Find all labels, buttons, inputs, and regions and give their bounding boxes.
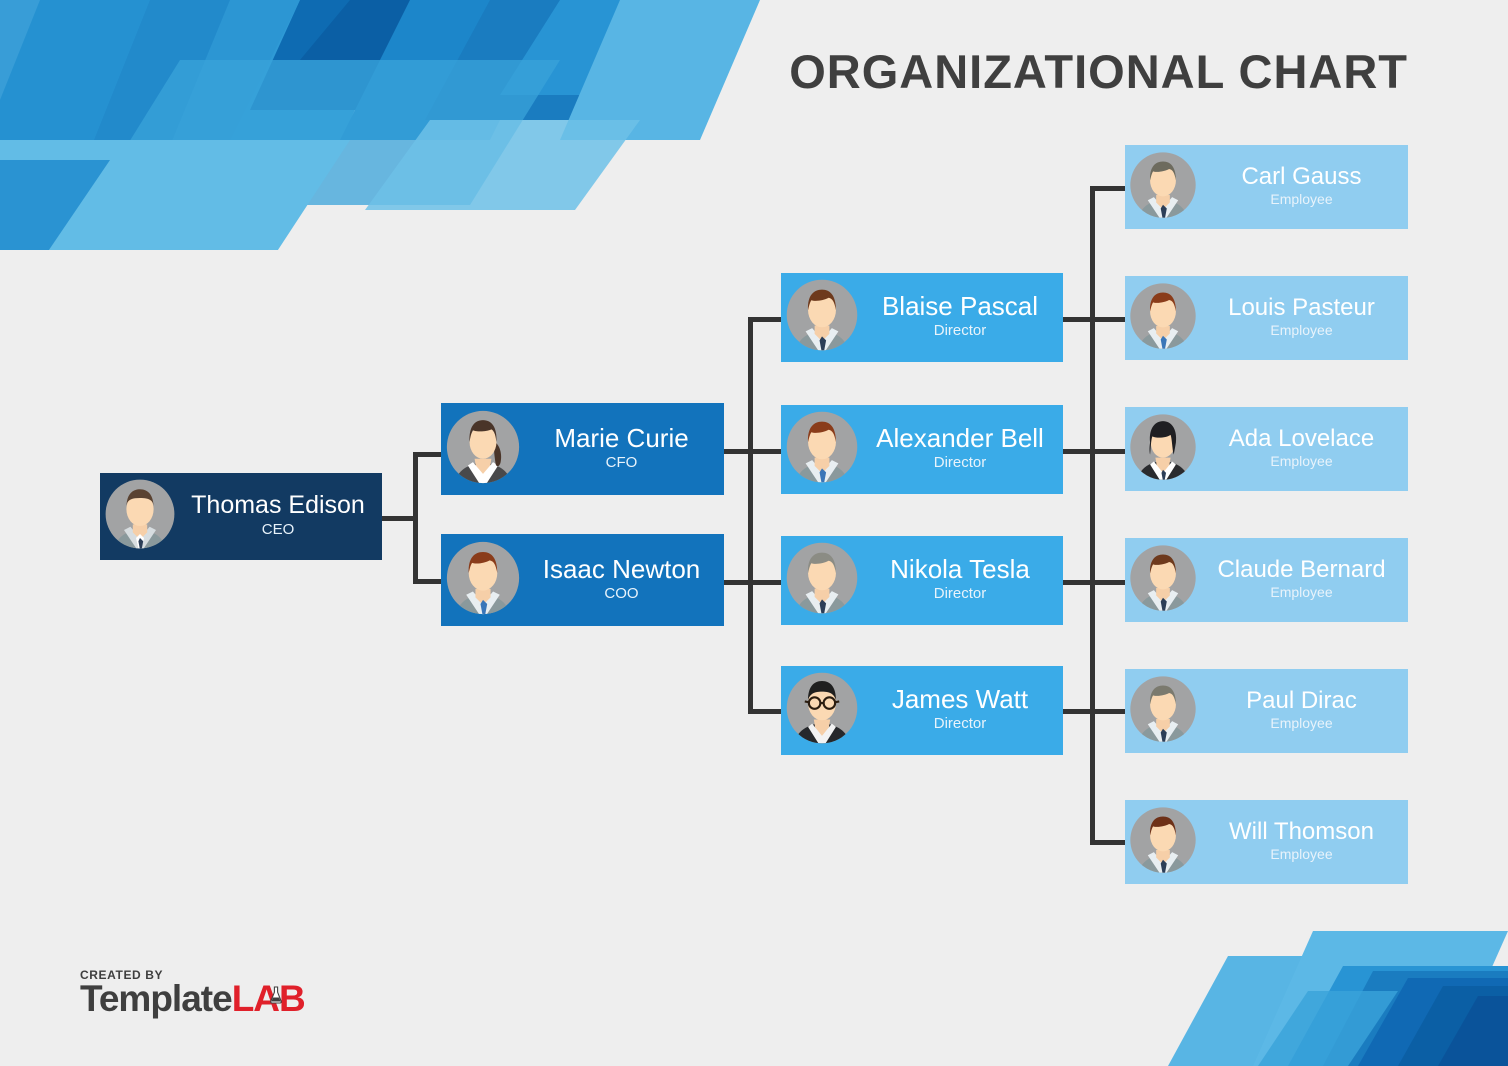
connector-trunk-to-pascal bbox=[748, 317, 783, 322]
avatar-female-ponytail bbox=[441, 405, 525, 494]
node-text: Thomas Edison CEO bbox=[180, 490, 382, 542]
flask-icon bbox=[269, 986, 282, 1004]
node-name: Will Thomson bbox=[1229, 817, 1374, 845]
avatar-male-auburn-hair bbox=[1125, 278, 1201, 359]
avatar-male-gray-hair bbox=[1125, 671, 1201, 752]
node-name: Isaac Newton bbox=[542, 553, 701, 584]
connector-trunk-to-watt bbox=[748, 709, 783, 714]
avatar-male-auburn-hair bbox=[1125, 540, 1201, 621]
org-node-james-watt[interactable]: James Watt Director bbox=[781, 666, 1063, 755]
avatar-female-bob bbox=[1125, 409, 1201, 490]
node-role: Director bbox=[933, 585, 987, 603]
node-name: Blaise Pascal bbox=[881, 291, 1039, 322]
node-name: Marie Curie bbox=[554, 422, 689, 453]
wordmark: Template LAB bbox=[80, 978, 306, 1019]
node-role: Employee bbox=[1270, 846, 1333, 863]
node-role: CEO bbox=[261, 520, 295, 538]
node-role: Employee bbox=[1270, 715, 1333, 732]
node-text: Alexander Bell Director bbox=[863, 424, 1063, 475]
connector-employee-trunk bbox=[1090, 186, 1095, 845]
node-name: Paul Dirac bbox=[1246, 686, 1357, 714]
org-chart-canvas: ORGANIZATIONAL CHART Thomas Edison CEO M… bbox=[0, 0, 1508, 1066]
node-text: James Watt Director bbox=[863, 685, 1063, 736]
org-node-louis-pasteur[interactable]: Louis Pasteur Employee bbox=[1125, 276, 1408, 360]
decorative-shapes-bottom-right bbox=[1108, 896, 1508, 1066]
node-name: Alexander Bell bbox=[876, 423, 1044, 454]
connector-director-trunk bbox=[748, 317, 753, 712]
node-role: Employee bbox=[1270, 453, 1333, 470]
decorative-shapes-top-left bbox=[0, 0, 760, 250]
node-name: James Watt bbox=[891, 684, 1029, 715]
connector-trunk-to-bell bbox=[748, 449, 783, 454]
connector-ceo-trunk bbox=[413, 452, 418, 584]
avatar-male-gray-hair bbox=[781, 537, 863, 624]
avatar-male-auburn-hair bbox=[1125, 802, 1201, 883]
org-node-will-thomson[interactable]: Will Thomson Employee bbox=[1125, 800, 1408, 884]
templatelab-logo: CREATED BY Template LAB bbox=[80, 968, 306, 1019]
node-role: COO bbox=[604, 584, 639, 602]
node-role: Director bbox=[933, 322, 987, 340]
node-text: Paul Dirac Employee bbox=[1201, 686, 1408, 735]
node-name: Nikola Tesla bbox=[890, 554, 1030, 585]
node-text: Will Thomson Employee bbox=[1201, 817, 1408, 866]
connector-trunk-to-tesla bbox=[748, 580, 783, 585]
node-role: Employee bbox=[1270, 191, 1333, 208]
avatar-male-auburn-hair bbox=[781, 406, 863, 493]
org-node-isaac-newton[interactable]: Isaac Newton COO bbox=[441, 534, 724, 626]
org-node-thomas-edison[interactable]: Thomas Edison CEO bbox=[100, 473, 382, 560]
node-role: Director bbox=[933, 454, 987, 472]
org-node-claude-bernard[interactable]: Claude Bernard Employee bbox=[1125, 538, 1408, 622]
node-text: Blaise Pascal Director bbox=[863, 292, 1063, 343]
wordmark-lab: LAB bbox=[232, 980, 306, 1017]
org-node-carl-gauss[interactable]: Carl Gauss Employee bbox=[1125, 145, 1408, 229]
node-text: Carl Gauss Employee bbox=[1201, 162, 1408, 211]
node-name: Thomas Edison bbox=[191, 490, 365, 519]
org-node-nikola-tesla[interactable]: Nikola Tesla Director bbox=[781, 536, 1063, 625]
connector-ceo-to-cfo bbox=[413, 452, 443, 457]
node-name: Louis Pasteur bbox=[1228, 293, 1375, 321]
node-text: Isaac Newton COO bbox=[525, 555, 724, 606]
node-text: Claude Bernard Employee bbox=[1201, 555, 1408, 604]
connector-trunk-to-gauss bbox=[1090, 186, 1125, 191]
node-text: Nikola Tesla Director bbox=[863, 555, 1063, 606]
org-node-marie-curie[interactable]: Marie Curie CFO bbox=[441, 403, 724, 495]
node-role: CFO bbox=[605, 453, 638, 471]
connector-ceo-to-coo bbox=[413, 579, 443, 584]
org-node-alexander-bell[interactable]: Alexander Bell Director bbox=[781, 405, 1063, 494]
node-role: Director bbox=[933, 715, 987, 733]
connector-trunk-to-thomson bbox=[1090, 840, 1125, 845]
node-role: Employee bbox=[1270, 584, 1333, 601]
node-name: Ada Lovelace bbox=[1228, 424, 1375, 452]
page-title: ORGANIZATIONAL CHART bbox=[789, 45, 1408, 98]
avatar-male-brown-hair bbox=[781, 274, 863, 361]
wordmark-template: Template bbox=[80, 978, 233, 1019]
org-node-paul-dirac[interactable]: Paul Dirac Employee bbox=[1125, 669, 1408, 753]
connector-ceo-stub bbox=[380, 516, 415, 521]
node-name: Carl Gauss bbox=[1241, 162, 1362, 190]
node-role: Employee bbox=[1270, 322, 1333, 339]
node-text: Ada Lovelace Employee bbox=[1201, 424, 1408, 473]
avatar-male-auburn-hair bbox=[441, 536, 525, 625]
node-text: Marie Curie CFO bbox=[525, 424, 724, 475]
avatar-male-gray-hair bbox=[1125, 147, 1201, 228]
avatar-male-brown-hair bbox=[100, 474, 180, 559]
node-text: Louis Pasteur Employee bbox=[1201, 293, 1408, 342]
org-node-ada-lovelace[interactable]: Ada Lovelace Employee bbox=[1125, 407, 1408, 491]
node-name: Claude Bernard bbox=[1217, 555, 1386, 583]
avatar-male-glasses bbox=[781, 667, 863, 754]
org-node-blaise-pascal[interactable]: Blaise Pascal Director bbox=[781, 273, 1063, 362]
